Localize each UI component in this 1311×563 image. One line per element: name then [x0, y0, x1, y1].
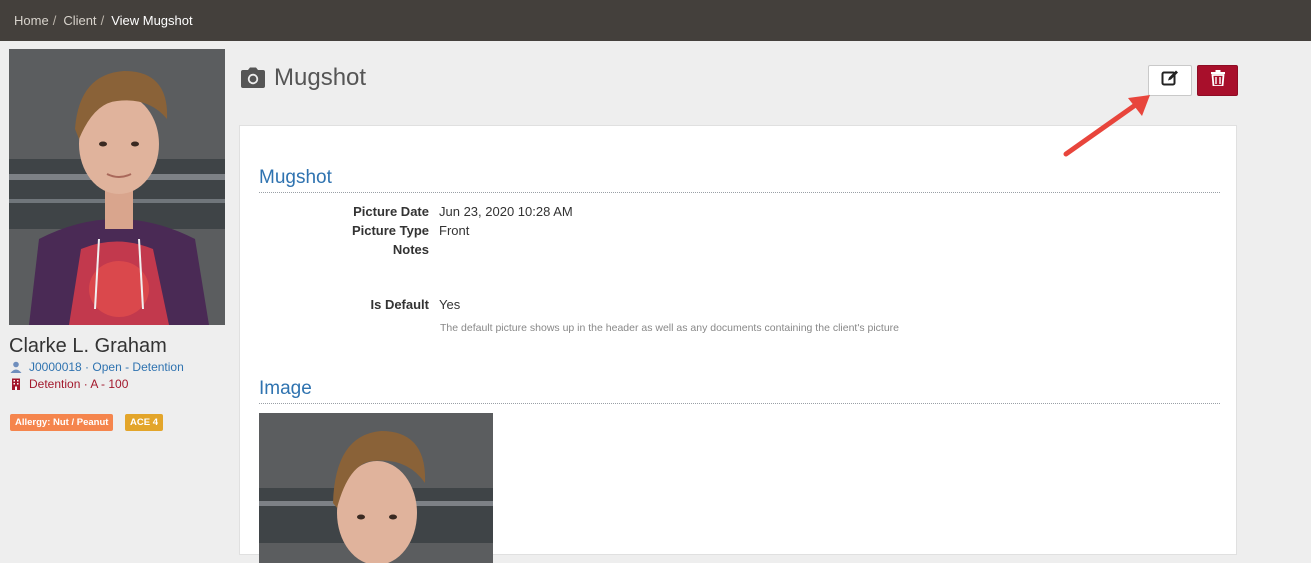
edit-button[interactable]	[1148, 65, 1192, 96]
mugshot-details-panel: Mugshot Picture Date Jun 23, 2020 10:28 …	[239, 125, 1237, 563]
building-icon	[10, 378, 22, 390]
client-sidebar: Clarke L. Graham J0000018 · Open - Deten…	[0, 41, 232, 541]
breadcrumb-client-link[interactable]: Client	[63, 13, 96, 28]
picture-date-label: Picture Date	[353, 204, 429, 219]
default-picture-help-text: The default picture shows up in the head…	[440, 322, 900, 334]
person-icon	[10, 361, 22, 373]
client-name: Clarke L. Graham	[9, 335, 167, 357]
breadcrumb-separator: /	[100, 13, 105, 28]
delete-button[interactable]	[1197, 65, 1238, 96]
breadcrumb-current: View Mugshot	[111, 13, 193, 28]
client-location: Detention · A - 100	[29, 377, 129, 391]
breadcrumb-separator: /	[52, 13, 57, 28]
image-section-title: Image	[259, 378, 1220, 404]
edit-icon	[1161, 69, 1179, 92]
is-default-label: Is Default	[370, 297, 429, 312]
notes-label: Notes	[392, 242, 429, 257]
client-id-status-line: J0000018 · Open - Detention	[10, 360, 184, 374]
page-header: Mugshot	[240, 64, 366, 92]
client-portrait-photo	[9, 49, 225, 325]
client-id-status-link[interactable]: J0000018 · Open - Detention	[29, 360, 184, 374]
picture-type-value: Front	[439, 223, 470, 238]
camera-icon	[240, 67, 266, 89]
picture-date-value: Jun 23, 2020 10:28 AM	[439, 204, 573, 219]
page-title: Mugshot	[274, 64, 367, 91]
ace-badge: ACE 4	[125, 414, 163, 431]
top-navigation-bar: Home / Client / View Mugshot	[0, 0, 1311, 41]
portrait-illustration	[9, 49, 225, 325]
allergy-badge: Allergy: Nut / Peanut	[10, 414, 114, 431]
breadcrumb: Home / Client / View Mugshot	[14, 13, 193, 28]
trash-icon	[1210, 70, 1225, 91]
picture-type-label: Picture Type	[351, 223, 429, 238]
is-default-value: Yes	[439, 297, 461, 312]
mugshot-section-title: Mugshot	[259, 167, 1220, 193]
breadcrumb-home-link[interactable]: Home	[14, 13, 49, 28]
client-location-line: Detention · A - 100	[10, 377, 128, 391]
